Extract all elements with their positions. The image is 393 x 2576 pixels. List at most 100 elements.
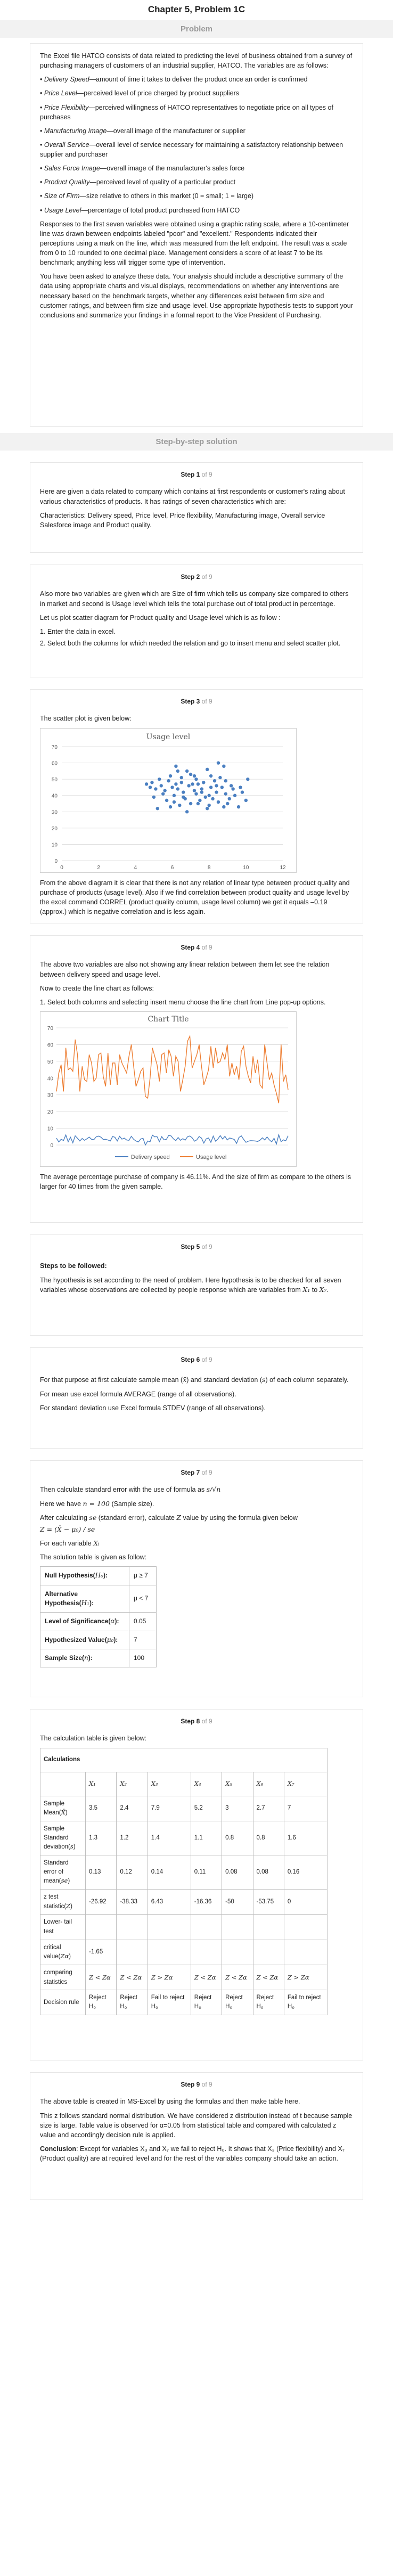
scatter-point xyxy=(200,787,204,791)
scatter-svg: Usage level 0 10 20 30 40 50 60 70 0 2 4 6 8 10 12 xyxy=(52,733,286,871)
calc-row: critical value(Zα) -1.65 xyxy=(40,1939,328,1965)
step-2-text-2: Let us plot scatter diagram for Product … xyxy=(40,614,281,621)
step-6-header: Step 6 of 9 xyxy=(181,1356,212,1363)
scatter-point xyxy=(176,769,180,773)
hypothesis-row: Level of Significance(α): 0.05 xyxy=(40,1612,157,1631)
variable-item: • Overall Service—overall level of servi… xyxy=(40,140,353,159)
line-chart-title: Chart Title xyxy=(148,1015,189,1024)
hypothesis-label: Sample Size(n): xyxy=(40,1649,129,1668)
scatter-point xyxy=(194,777,198,781)
calc-row-label: Sample Standard deviation(s) xyxy=(40,1820,86,1855)
calc-cell: -53.75 xyxy=(252,1888,284,1915)
scatter-x-tick: 10 xyxy=(243,865,249,871)
label-text: Level of Significance( xyxy=(45,1617,111,1625)
label-tail: ) xyxy=(73,1844,76,1851)
calc-cell: 7 xyxy=(283,1795,328,1821)
calc-row: Decision rule Reject H₀ Reject H₀ Fail to r… xyxy=(40,1990,328,2015)
step-2-card: Step 2 of 9 Also more two variables are … xyxy=(30,565,363,677)
step-9-header: Step 9 of 9 xyxy=(181,2081,212,2088)
scatter-point xyxy=(176,787,180,791)
calc-cell: Z > Zα xyxy=(283,1964,328,1991)
bullet-glyph: • xyxy=(40,103,44,111)
calc-row: Standard error of mean(se) 0.13 0.12 0.14 0.… xyxy=(40,1854,328,1890)
calc-cell xyxy=(147,1939,191,1965)
label-symbol: H₁ xyxy=(81,1599,89,1607)
scatter-point xyxy=(185,809,189,814)
scatter-x-tick: 6 xyxy=(171,865,174,871)
label-symbol: X̄ xyxy=(61,1809,66,1817)
variable-item: • Product Quality—perceived level of qua… xyxy=(40,177,353,187)
bullet-glyph: • xyxy=(40,206,44,214)
scatter-point xyxy=(187,783,191,788)
scatter-point xyxy=(224,791,227,796)
scatter-point xyxy=(239,785,242,789)
scatter-y-tick: 0 xyxy=(54,858,58,864)
calc-cell: Z > Zα xyxy=(147,1964,191,1991)
calc-row: Sample Mean(X̄) 3.5 2.4 7.9 5.2 3 2.7 7 xyxy=(40,1795,328,1821)
step-9-text-2: This z follows standard normal distribut… xyxy=(40,2112,353,2139)
scatter-point xyxy=(178,803,182,807)
label-tail: ) xyxy=(68,1878,70,1885)
scatter-point xyxy=(211,797,215,800)
calc-cell: 0 xyxy=(283,1888,328,1915)
variable-name: Manufacturing Image xyxy=(44,127,107,135)
scatter-point xyxy=(244,798,248,802)
scatter-point xyxy=(189,802,193,805)
bullet-glyph: • xyxy=(40,76,44,84)
hypothesis-table: Null Hypothesis(H₀): μ ≥ 7 Alternative Hyp… xyxy=(40,1566,157,1668)
calc-cell xyxy=(283,1914,328,1940)
scatter-title: Usage level xyxy=(146,733,191,741)
step-7-text-2: Here we have n = 100 (Sample size). xyxy=(40,1499,154,1508)
problem-heading: Problem xyxy=(0,20,393,38)
calc-cell xyxy=(85,1914,117,1940)
calc-cell: Fail to reject H₀ xyxy=(147,1990,191,2015)
step-7-text-5: The solution table is given as follow: xyxy=(40,1553,147,1561)
step-6-text-1: For that purpose at first calculate samp… xyxy=(40,1376,349,1384)
label-tail: ): xyxy=(113,1635,118,1643)
scatter-chart: Usage level 0 10 20 30 40 50 60 70 0 2 4 6 8 10 12 xyxy=(40,727,297,873)
hypothesis-value: 100 xyxy=(129,1649,157,1668)
legend-delivery-label: Delivery speed xyxy=(131,1154,170,1160)
scatter-point xyxy=(215,790,218,794)
scatter-point xyxy=(185,769,189,773)
calc-column-header: X₄ xyxy=(190,1771,223,1796)
scatter-point xyxy=(196,802,200,805)
variable-item: • Delivery Speed—amount of time it takes… xyxy=(40,75,353,84)
scatter-point xyxy=(174,782,178,786)
calc-cell: Reject H₀ xyxy=(116,1990,148,2015)
scatter-point xyxy=(154,787,158,791)
label-tail: ): xyxy=(114,1617,119,1625)
calc-column-row: X₁ X₂ X₃ X₄ X₅ X₆ X₇ xyxy=(40,1771,328,1796)
calc-cell: Reject H₀ xyxy=(252,1990,284,2015)
step-7-text-3: After calculating se (standard error), c… xyxy=(40,1513,298,1522)
hypothesis-row: Alternative Hypothesis(H₁): μ < 7 xyxy=(40,1584,157,1613)
label-text: Alternative Hypothesis( xyxy=(45,1590,81,1607)
step-4-card: Step 4 of 9 The above two variables are … xyxy=(30,935,363,1223)
step-4-text-4: The average percentage purchase of compa… xyxy=(40,1173,351,1191)
scatter-point xyxy=(220,785,224,789)
hypothesis-label: Alternative Hypothesis(H₁): xyxy=(40,1584,129,1613)
hypothesis-row: Sample Size(n): 100 xyxy=(40,1649,157,1668)
step-6-card: Step 6 of 9 For that purpose at first ca… xyxy=(30,1347,363,1449)
label-symbol: μ₀ xyxy=(107,1635,114,1643)
calc-cell xyxy=(222,1914,253,1940)
step-4-text-1: The above two variables are also not sho… xyxy=(40,961,330,978)
scatter-point xyxy=(240,790,244,794)
calc-cell: Z < Zα xyxy=(85,1964,117,1991)
legend-usage-label: Usage level xyxy=(196,1154,226,1160)
label-tail: ): xyxy=(89,1599,94,1607)
variable-desc: —amount of time it takes to deliver the … xyxy=(89,76,308,84)
scatter-point xyxy=(159,783,163,788)
calc-cell: 0.14 xyxy=(147,1854,191,1890)
scatter-point xyxy=(215,783,218,788)
variable-item: • Price Level—perceived level of price c… xyxy=(40,88,353,98)
calc-cell xyxy=(190,1939,223,1965)
calc-row: Sample Standard deviation(s) 1.3 1.2 1.4 1.1… xyxy=(40,1820,328,1855)
label-text: Sample Standard deviation( xyxy=(44,1825,70,1851)
label-text: critical value( xyxy=(44,1944,61,1960)
step-7-header: Step 7 of 9 xyxy=(181,1469,212,1476)
scatter-y-tick: 10 xyxy=(52,842,58,848)
calc-cell xyxy=(252,1939,284,1965)
step-2-list-1: 1. Enter the data in excel. xyxy=(40,627,116,635)
calc-column-header: X₇ xyxy=(283,1771,328,1796)
